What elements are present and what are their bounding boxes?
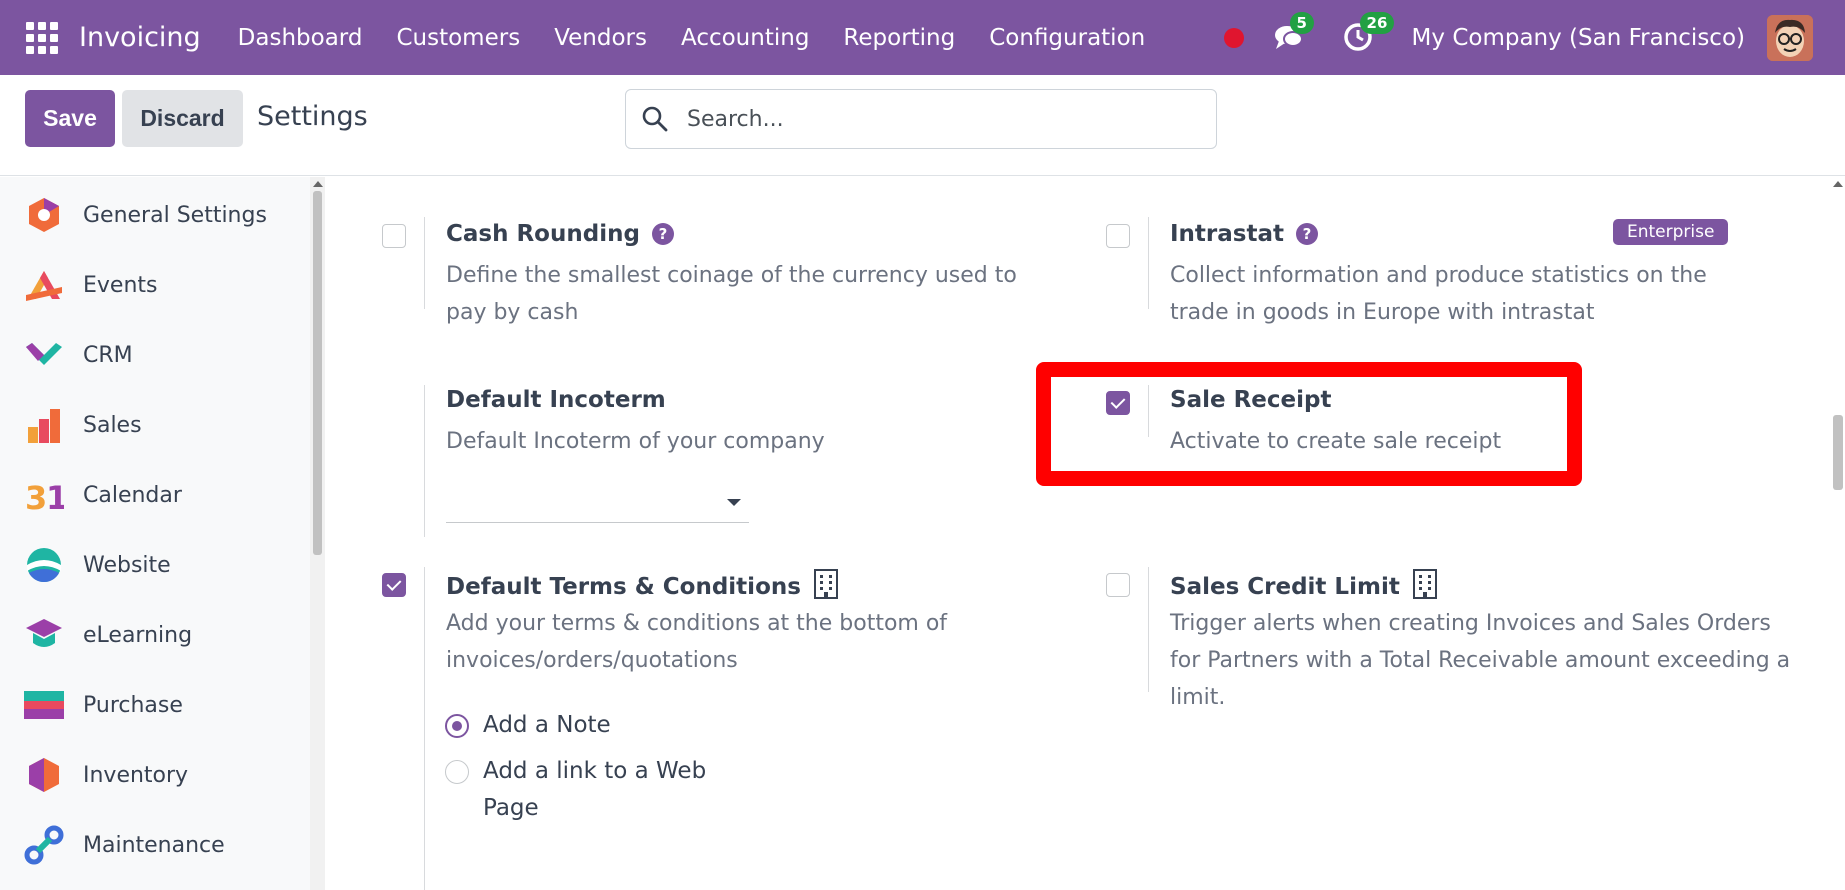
sales-credit-limit-title: Sales Credit Limit (1170, 569, 1438, 600)
svg-text:3: 3 (25, 479, 47, 515)
control-panel: Save Discard Settings (0, 75, 1845, 176)
menu-reporting[interactable]: Reporting (826, 25, 972, 51)
add-note-radio[interactable] (445, 714, 469, 738)
add-link-radio[interactable] (445, 760, 469, 784)
app-brand[interactable]: Invoicing (79, 22, 201, 53)
sidebar-item-elearning[interactable]: eLearning (0, 605, 310, 665)
messages-count-badge: 5 (1289, 11, 1314, 34)
sales-credit-limit-checkbox[interactable] (1106, 573, 1130, 597)
intrastat-title: Intrastat? (1170, 221, 1318, 247)
menu-customers[interactable]: Customers (379, 25, 537, 51)
sidebar-item-label: eLearning (83, 622, 193, 648)
search-icon (642, 106, 668, 132)
settings-content: Cash Rounding? Define the smallest coina… (325, 177, 1830, 890)
sale-receipt-checkbox[interactable] (1106, 391, 1130, 415)
recording-indicator-icon[interactable] (1223, 27, 1244, 48)
crm-icon (26, 343, 62, 365)
building-icon (1412, 569, 1437, 599)
sidebar-item-maintenance[interactable]: Maintenance (0, 815, 310, 875)
settings-sidebar: General Settings Events CRM Sales 3 1 Ca… (0, 177, 310, 890)
save-button[interactable]: Save (25, 90, 115, 147)
company-switcher[interactable]: My Company (San Francisco) (1412, 25, 1745, 51)
elearning-icon (26, 619, 62, 647)
default-incoterm-description: Default Incoterm of your company (446, 429, 825, 454)
sidebar-scrollbar[interactable] (310, 177, 325, 890)
sidebar-item-calendar[interactable]: 3 1 Calendar (0, 465, 310, 525)
menu-configuration[interactable]: Configuration (972, 25, 1162, 51)
default-incoterm-title: Default Incoterm (446, 387, 666, 413)
sidebar-item-general-settings[interactable]: General Settings (0, 185, 310, 245)
search-input[interactable] (687, 106, 1187, 132)
sidebar-item-label: Purchase (83, 692, 183, 718)
intrastat-description: Collect information and produce statisti… (1170, 263, 1707, 325)
help-icon[interactable]: ? (1296, 223, 1318, 245)
default-terms-checkbox[interactable] (382, 573, 406, 597)
menu-dashboard[interactable]: Dashboard (221, 25, 380, 51)
website-icon (27, 548, 61, 582)
sidebar-item-label: Events (83, 272, 158, 298)
cash-rounding-checkbox[interactable] (382, 224, 406, 248)
menu-vendors[interactable]: Vendors (537, 25, 664, 51)
default-incoterm-select[interactable] (446, 487, 749, 523)
events-icon (26, 271, 62, 301)
svg-text:1: 1 (46, 479, 64, 515)
navbar-systray: 5 26 My Company (San Francisco) (1223, 0, 1845, 75)
cash-rounding-description: Define the smallest coinage of the curre… (446, 263, 1017, 325)
sidebar-item-label: Calendar (83, 482, 182, 508)
sidebar-item-label: Inventory (83, 762, 189, 788)
general-settings-icon (29, 198, 59, 232)
sidebar-item-purchase[interactable]: Purchase (0, 675, 310, 735)
intrastat-checkbox[interactable] (1106, 224, 1130, 248)
activities-button[interactable]: 26 (1342, 11, 1395, 56)
enterprise-badge: Enterprise (1613, 219, 1729, 245)
add-link-label[interactable]: Add a link to a Web Page (483, 753, 723, 827)
sale-receipt-title: Sale Receipt (1170, 387, 1332, 413)
sidebar-item-label: Website (83, 552, 171, 578)
default-terms-title: Default Terms & Conditions (446, 569, 839, 600)
user-avatar[interactable] (1767, 14, 1813, 61)
sidebar-item-inventory[interactable]: Inventory (0, 745, 310, 805)
apps-menu-icon[interactable] (26, 21, 58, 54)
activities-count-badge: 26 (1359, 11, 1395, 34)
sales-credit-limit-description: Trigger alerts when creating Invoices an… (1170, 611, 1791, 710)
sidebar-item-events[interactable]: Events (0, 255, 310, 315)
add-note-label[interactable]: Add a Note (483, 707, 611, 744)
purchase-icon (24, 691, 64, 719)
search-box[interactable] (625, 89, 1217, 149)
top-navbar: Invoicing Dashboard Customers Vendors Ac… (0, 0, 1845, 75)
menu-accounting[interactable]: Accounting (664, 25, 826, 51)
sidebar-item-label: General Settings (83, 202, 267, 228)
messages-button[interactable]: 5 (1272, 11, 1314, 56)
sidebar-item-crm[interactable]: CRM (0, 325, 310, 385)
calendar-icon: 3 1 (25, 479, 64, 515)
maintenance-icon (24, 825, 64, 865)
sidebar-item-label: Maintenance (83, 832, 225, 858)
content-scrollbar[interactable] (1830, 177, 1845, 890)
page-title: Settings (257, 101, 368, 132)
sidebar-item-label: Sales (83, 412, 142, 438)
cash-rounding-title: Cash Rounding? (446, 221, 674, 247)
sidebar-item-label: CRM (83, 342, 133, 368)
sales-icon (28, 409, 60, 443)
user-face-icon (1767, 14, 1813, 61)
sidebar-item-sales[interactable]: Sales (0, 395, 310, 455)
inventory-icon (29, 758, 59, 792)
building-icon (813, 569, 838, 599)
chevron-down-icon (727, 499, 741, 506)
sale-receipt-description: Activate to create sale receipt (1170, 429, 1502, 454)
discard-button[interactable]: Discard (122, 90, 243, 147)
default-terms-description: Add your terms & conditions at the botto… (446, 611, 948, 673)
help-icon[interactable]: ? (651, 223, 674, 245)
main-menu: Dashboard Customers Vendors Accounting R… (221, 25, 1163, 51)
sidebar-item-website[interactable]: Website (0, 535, 310, 595)
